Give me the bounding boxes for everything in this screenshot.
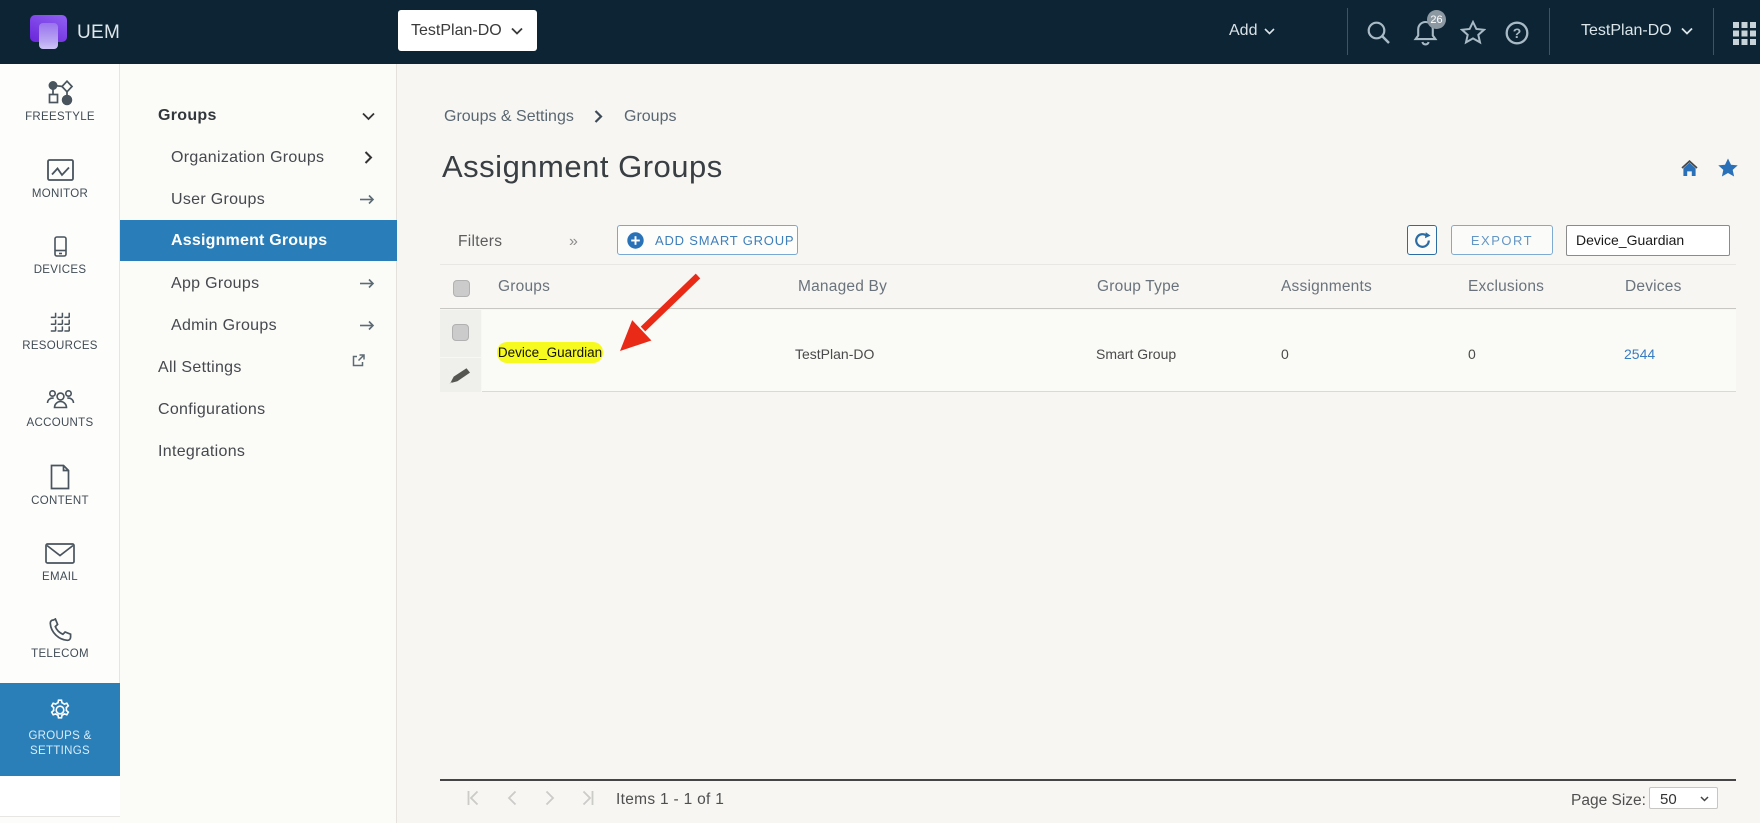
- svg-text:?: ?: [1513, 25, 1522, 41]
